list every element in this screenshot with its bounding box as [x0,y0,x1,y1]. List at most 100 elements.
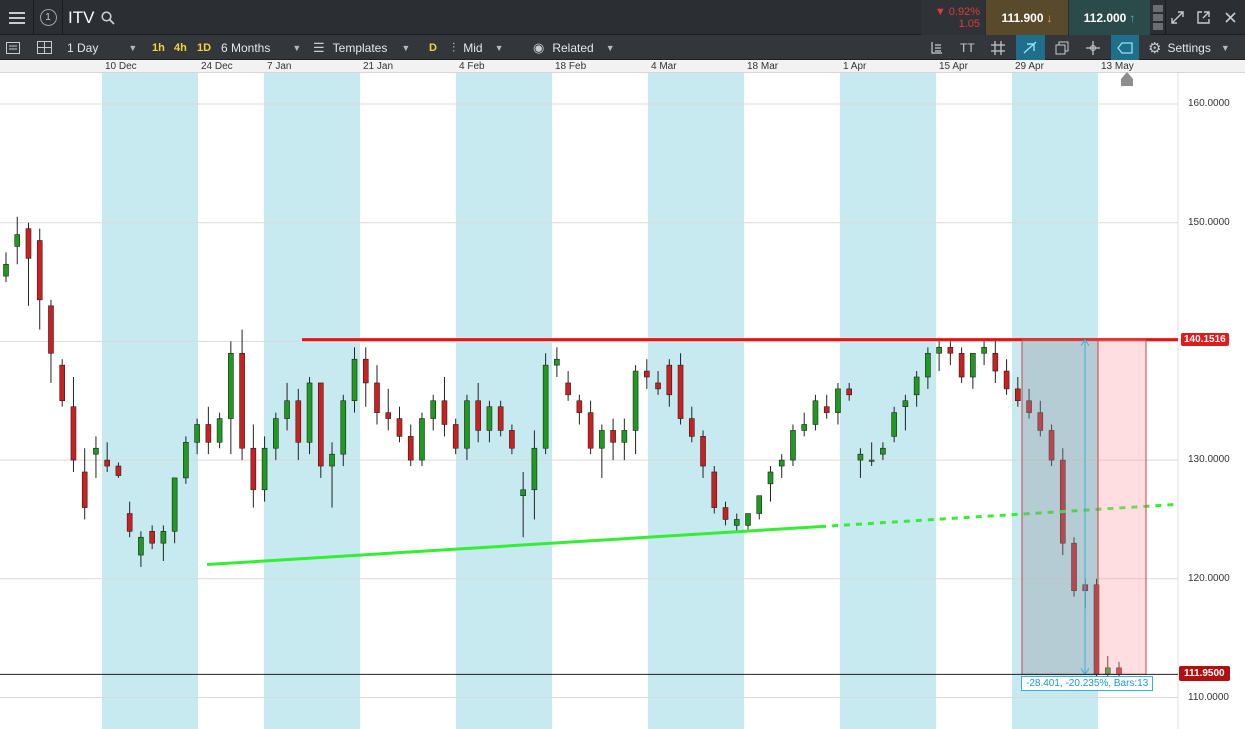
close-icon[interactable] [1219,0,1241,35]
date-tick-label: 24 Dec [201,61,233,72]
candle-body [565,382,571,396]
quick-interval-1h[interactable]: 1h [152,35,165,60]
chevron-down-icon: ▼ [292,42,302,53]
layout-icon[interactable] [6,35,20,60]
candle-body [183,441,189,479]
crosshair-grid-icon[interactable] [991,35,1005,60]
candle-body [767,471,774,485]
chevron-down-icon: ▼ [494,42,504,53]
candle-body [250,447,257,491]
candle-body [599,430,605,449]
candle-body [362,358,369,384]
templates-icon: ☰ [313,39,325,55]
expand-icon[interactable] [1166,0,1188,35]
related-button[interactable]: ◉ Related ▼ [533,35,615,60]
resistance-price-tag: 140.1516 [1181,332,1229,346]
candle-body [947,347,954,354]
candle-body [531,447,538,491]
candle-body [925,352,931,378]
candle-body [160,531,167,544]
date-tick-label: 4 Feb [459,61,485,72]
candle-body [48,305,54,354]
cursor-icon[interactable] [1086,35,1100,60]
last-price-tag: 111.9500 [1179,666,1230,682]
top-bar: 1 ITV ▼ 0.92% 1.05 111.900 ↓ 112.000 ↑ [0,0,1245,35]
indicator-icon[interactable] [930,35,943,60]
scroll-handle-icon[interactable] [1121,72,1133,79]
week-band [840,73,936,729]
tag-icon[interactable] [1111,35,1139,60]
settings-button[interactable]: ⚙ Settings ▼ [1148,35,1230,60]
candle-body [138,536,144,556]
candle-body [36,240,43,301]
quick-interval-4h[interactable]: 4h [174,35,187,60]
window-list-icon[interactable] [1150,0,1165,35]
candle-body [351,358,358,402]
date-axis: 10 Dec 24 Dec 7 Jan 21 Jan 4 Feb 18 Feb 4 Mar 1… [0,60,1245,73]
sell-button[interactable]: 111.900 ↓ [986,0,1068,35]
scroll-handle-base[interactable] [1121,79,1133,86]
change-percent: ▼ 0.92% [934,5,980,18]
candle-body [936,347,942,354]
arrow-up-icon: ↑ [1129,10,1136,25]
buy-button[interactable]: 112.000 ↑ [1069,0,1150,35]
measure-region-right [1097,339,1147,675]
price-type-select[interactable]: ⫶ Mid ▼ [452,35,504,60]
menu-icon[interactable] [0,0,33,35]
candle-body [407,436,414,461]
candle-body [228,352,234,419]
candle-body [441,400,448,425]
grid-layout-icon[interactable] [37,35,52,60]
price-tick-label: 160.0000 [1188,98,1230,109]
drawing-mode-d[interactable]: D [429,35,437,60]
buy-price: 112.000 [1083,10,1127,25]
candle-body [430,400,437,419]
candle-body [958,352,965,378]
candle-body [756,495,763,514]
settings-label: Settings [1167,40,1211,55]
candle-body [520,489,526,497]
change-absolute: 1.05 [958,17,980,30]
copy-icon[interactable] [1055,35,1069,60]
candle-body [396,418,403,437]
candle-body [610,430,616,443]
candle-body [216,418,223,443]
candle-body [261,447,268,491]
search-icon[interactable] [98,0,118,35]
candle-body [857,453,864,461]
templates-button[interactable]: ☰ Templates ▼ [313,35,410,60]
candle-body [868,459,875,462]
chevron-down-icon: ▼ [401,42,411,53]
date-tick-label: 18 Mar [747,61,779,72]
date-tick-label: 1 Apr [843,61,867,72]
candle-body [880,447,886,455]
candle-body [317,382,324,467]
week-band [102,73,198,729]
popout-icon[interactable] [1192,0,1214,35]
range-select[interactable]: 6 Months ▼ [221,35,303,60]
candle-body [295,400,302,443]
candle-body [576,400,583,413]
candle-body [902,400,909,407]
candle-body [205,424,212,443]
candle-body [722,507,729,520]
candle-body [14,234,21,247]
templates-label: Templates [332,40,388,55]
price-chart [0,73,1179,729]
candle-body [25,228,32,259]
candle-body [194,424,200,443]
candle-body [104,459,110,467]
candle-body [745,513,751,526]
info-icon[interactable]: 1 [34,0,62,35]
candle-body [644,370,650,378]
candle-body [981,347,987,354]
interval-select[interactable]: 1 Day ▼ [67,35,147,60]
candle-body [790,430,796,461]
candle-body [419,418,425,461]
chevron-down-icon: ▼ [128,42,138,53]
week-band [456,73,552,729]
quick-interval-1d[interactable]: 1D [197,35,211,60]
drawing-tool-icon[interactable] [1016,35,1045,60]
candle-body [1003,370,1010,390]
text-tool-icon[interactable]: TT [960,35,975,60]
